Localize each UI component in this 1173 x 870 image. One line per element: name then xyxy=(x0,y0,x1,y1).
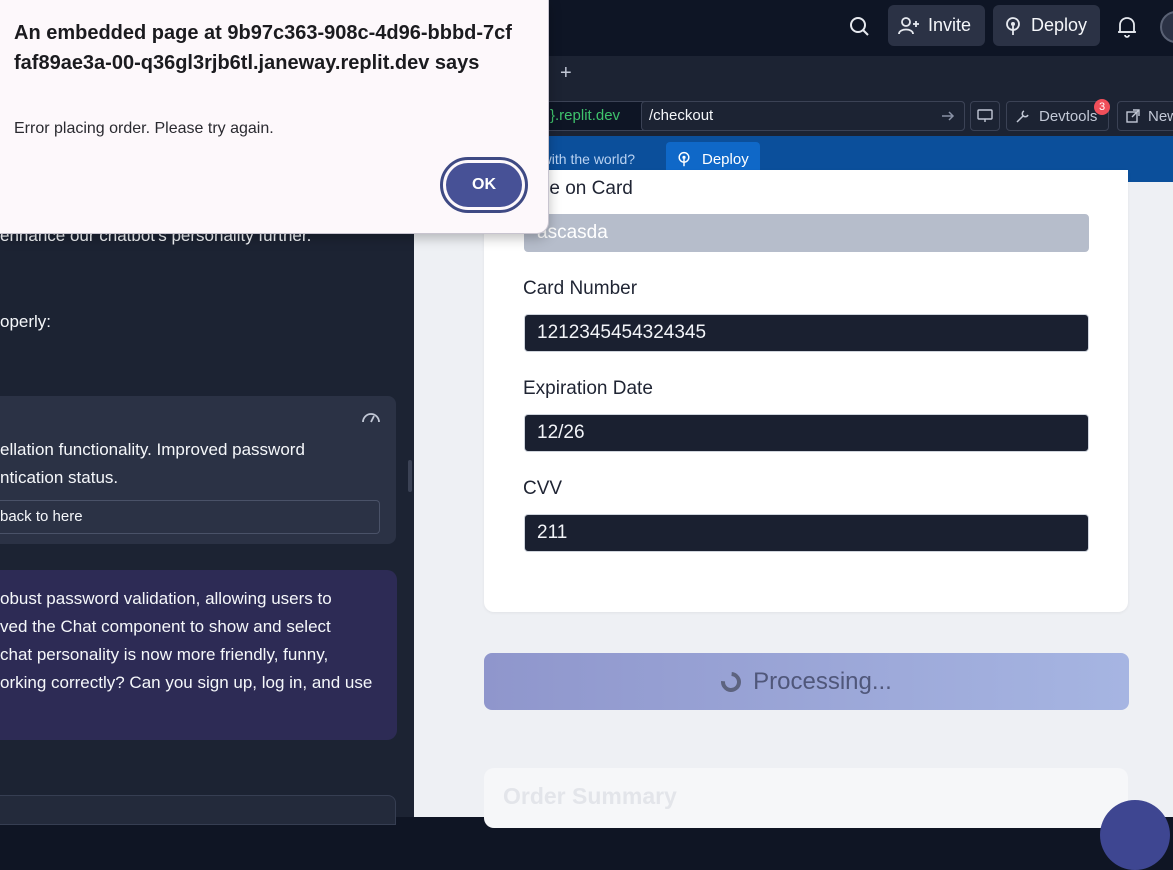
name-on-card-input[interactable]: ascasda xyxy=(524,214,1089,252)
ok-button[interactable]: OK xyxy=(440,157,528,213)
devtools-badge: 3 xyxy=(1094,99,1110,115)
invite-label: Invite xyxy=(928,15,972,35)
bell-icon[interactable] xyxy=(1109,9,1145,45)
chat-fab-button[interactable] xyxy=(1100,800,1170,870)
ok-label: OK xyxy=(446,163,522,207)
deploy-button[interactable]: Deploy xyxy=(993,5,1100,46)
checkpoint-text: ntication status. xyxy=(0,468,119,487)
wrench-icon xyxy=(1016,110,1029,123)
new-tab-icon[interactable]: + xyxy=(560,62,572,85)
cvv-label: CVV xyxy=(523,478,563,499)
expiration-date-input[interactable]: 12/26 xyxy=(524,414,1089,452)
new-tab-label: New xyxy=(1147,107,1173,125)
expiration-date-label: Expiration Date xyxy=(523,378,653,399)
monitor-icon xyxy=(977,109,993,122)
open-new-tab-button[interactable]: New xyxy=(1117,101,1173,131)
card-number-input[interactable]: 1212345454324345 xyxy=(524,314,1089,352)
chat-message-text: operly: xyxy=(0,312,52,331)
deploy-label: Deploy xyxy=(1031,15,1088,35)
place-order-button[interactable]: Processing... xyxy=(484,653,1129,710)
alert-dialog: An embedded page at 9b97c363-908c-4d96-b… xyxy=(0,0,549,234)
chat-input-card[interactable] xyxy=(0,795,396,825)
add-user-icon xyxy=(898,16,919,34)
dialog-title: An embedded page at 9b97c363-908c-4d96-b… xyxy=(14,22,512,74)
agent-message-line: orking correctly? Can you sign up, log i… xyxy=(0,673,373,692)
panel-resize-handle[interactable] xyxy=(408,460,412,492)
deploy-icon xyxy=(678,151,690,167)
banner-deploy-label: Deploy xyxy=(702,150,749,168)
external-link-icon xyxy=(1126,109,1140,123)
arrow-right-icon[interactable] xyxy=(940,108,956,124)
agent-message-line: obust password validation, allowing user… xyxy=(0,589,332,608)
search-icon[interactable] xyxy=(842,9,878,45)
invite-button[interactable]: Invite xyxy=(888,5,985,46)
agent-message-line: chat personality is now more friendly, f… xyxy=(0,645,329,664)
card-number-label: Card Number xyxy=(523,278,638,299)
speedometer-icon[interactable] xyxy=(359,406,383,430)
rollback-button[interactable]: back to here xyxy=(0,500,380,534)
deploy-icon xyxy=(1006,16,1020,35)
dialog-message: Error placing order. Please try again. xyxy=(14,120,274,137)
url-domain: }.replit.dev xyxy=(550,107,621,124)
processing-label: Processing... xyxy=(753,667,892,695)
agent-message-line: ved the Chat component to show and selec… xyxy=(0,617,331,636)
device-preview-button[interactable] xyxy=(970,101,1000,131)
devtools-label: Devtools xyxy=(1039,107,1098,125)
cvv-input[interactable]: 211 xyxy=(524,514,1089,552)
order-summary-title: Order Summary xyxy=(503,783,677,809)
checkpoint-text: ellation functionality. Improved passwor… xyxy=(0,440,305,459)
spinner-icon xyxy=(717,667,746,696)
url-path: /checkout xyxy=(649,107,714,124)
